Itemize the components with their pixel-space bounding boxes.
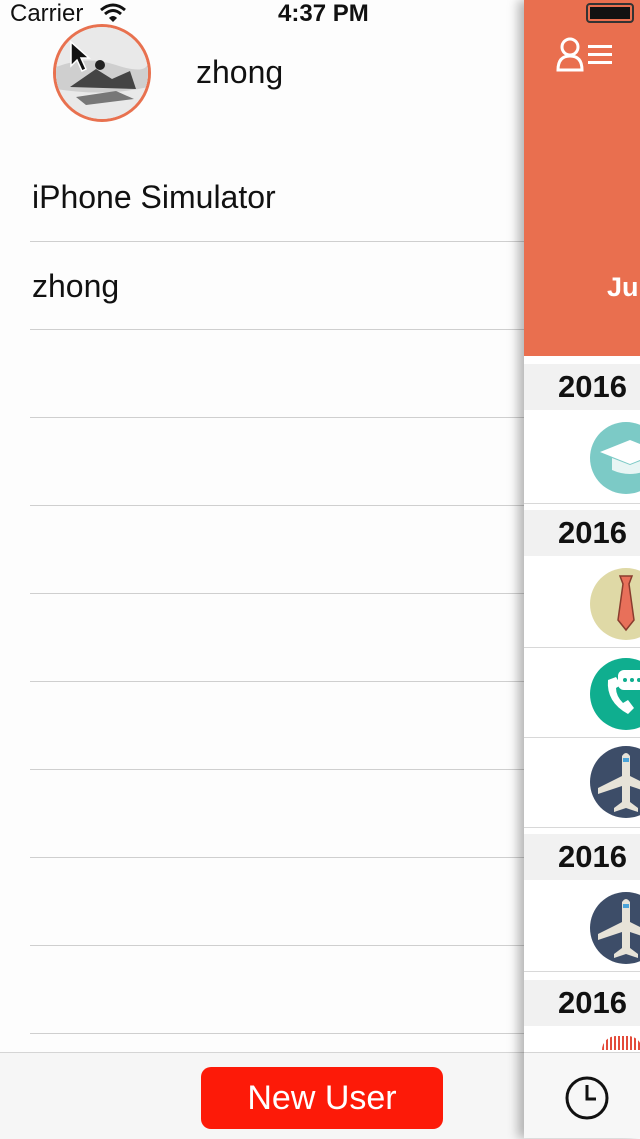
- list-item[interactable]: [30, 682, 524, 770]
- panel-header: Ju: [524, 0, 640, 356]
- avatar[interactable]: [53, 24, 151, 122]
- side-menu: zhong iPhone Simulator zhong New User: [0, 0, 524, 1139]
- section-header: 2016: [524, 834, 640, 880]
- list-item[interactable]: [30, 594, 524, 682]
- tab-bar: [524, 1052, 640, 1138]
- airplane-icon: [590, 892, 640, 964]
- username-label: zhong: [196, 54, 284, 90]
- phone-chat-icon: [590, 658, 640, 730]
- list-item[interactable]: [30, 946, 524, 1034]
- list-item[interactable]: [524, 738, 640, 828]
- user-list: iPhone Simulator zhong: [30, 153, 524, 1034]
- list-item[interactable]: iPhone Simulator: [30, 153, 524, 242]
- list-item[interactable]: [524, 880, 640, 972]
- section-header: 2016: [524, 364, 640, 410]
- clock-icon[interactable]: [564, 1075, 610, 1126]
- airplane-icon: [590, 746, 640, 818]
- new-user-button[interactable]: New User: [201, 1067, 443, 1129]
- battery-icon: [586, 3, 634, 23]
- header-date-label: Ju: [607, 272, 639, 302]
- partial-list-icon: [602, 1036, 640, 1050]
- mouse-pointer-icon: [69, 40, 91, 79]
- list-item[interactable]: [524, 648, 640, 738]
- list-item[interactable]: [524, 556, 640, 648]
- list-item[interactable]: [30, 858, 524, 946]
- bottom-toolbar: New User: [0, 1052, 524, 1139]
- section-header: 2016: [524, 510, 640, 556]
- necktie-icon: [590, 568, 640, 640]
- list-item[interactable]: [524, 410, 640, 504]
- main-panel[interactable]: Ju 2016 2016 2016 2016: [524, 0, 640, 1138]
- list-item[interactable]: [30, 418, 524, 506]
- list-item[interactable]: [30, 506, 524, 594]
- list-item[interactable]: zhong: [30, 242, 524, 330]
- graduation-cap-icon: [590, 422, 640, 494]
- user-menu-icon[interactable]: [556, 36, 616, 77]
- list-item[interactable]: [30, 330, 524, 418]
- section-header: 2016: [524, 980, 640, 1026]
- list-item[interactable]: [30, 770, 524, 858]
